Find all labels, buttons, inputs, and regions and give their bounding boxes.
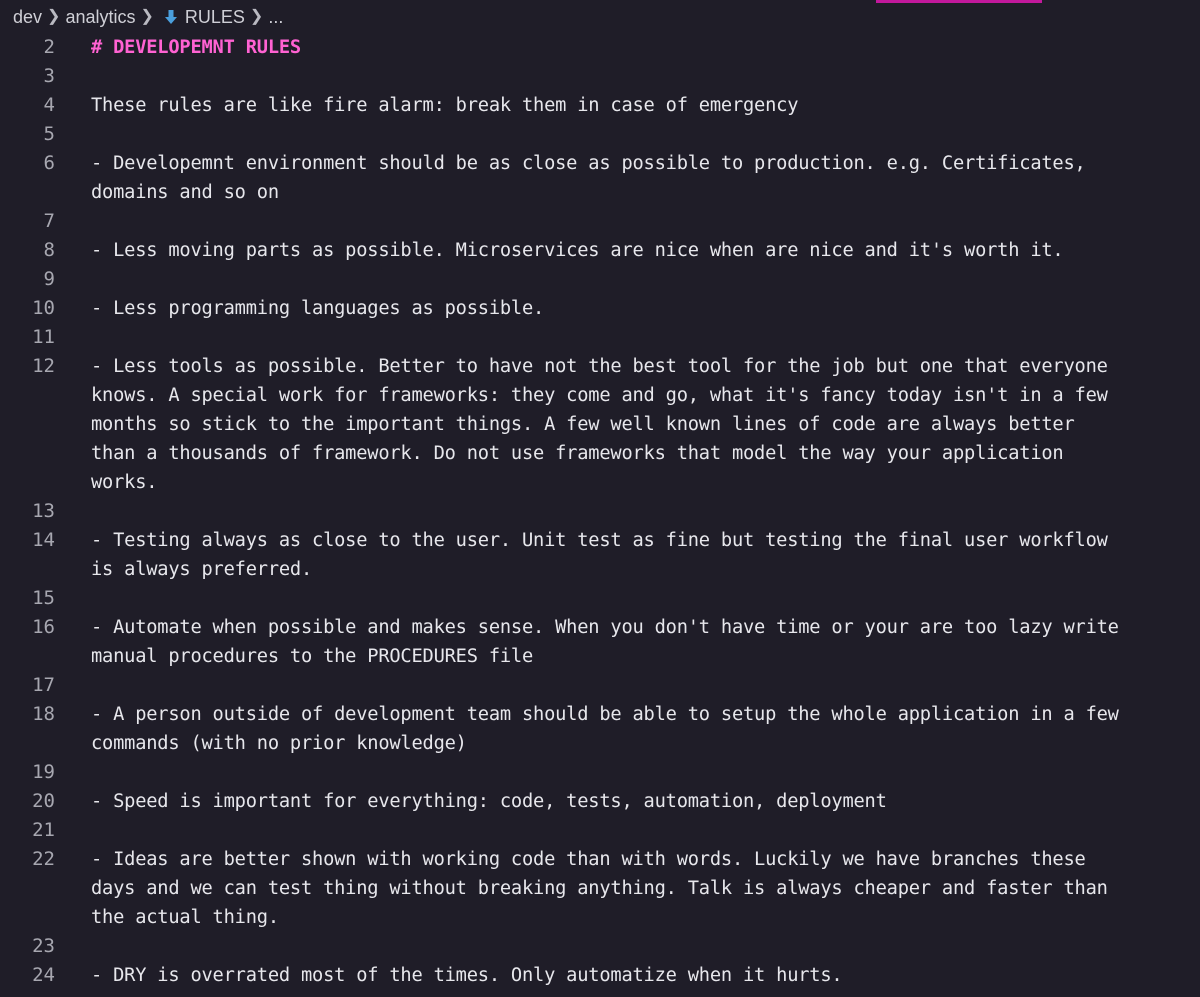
line-number: 6: [43, 152, 55, 174]
editor-line[interactable]: 11: [0, 323, 1200, 352]
line-content: [91, 120, 1191, 149]
line-number: 20: [32, 790, 55, 812]
line-number: 15: [32, 587, 55, 609]
line-content: [91, 62, 1191, 91]
editor-line[interactable]: 9: [0, 265, 1200, 294]
line-number: 2: [43, 36, 55, 58]
line-content: - Less tools as possible. Better to have…: [91, 356, 1108, 493]
line-content: [91, 584, 1191, 613]
editor-line[interactable]: 15: [0, 584, 1200, 613]
line-number: 17: [32, 674, 55, 696]
breadcrumb-item-rules[interactable]: RULES: [185, 7, 245, 28]
editor-line[interactable]: 18 - A person outside of development team…: [0, 700, 1200, 758]
editor-line[interactable]: 4 These rules are like fire alarm: break …: [0, 91, 1200, 120]
line-number: 24: [32, 964, 55, 986]
line-number: 7: [43, 210, 55, 232]
line-content: - A person outside of development team s…: [91, 704, 1119, 754]
breadcrumb: dev ❯ analytics ❯ RULES ❯ ...: [0, 0, 283, 34]
editor-line[interactable]: 17: [0, 671, 1200, 700]
line-number: 22: [32, 848, 55, 870]
editor-line[interactable]: 10 - Less programming languages as possib…: [0, 294, 1200, 323]
markdown-download-icon: [164, 9, 177, 25]
editor-line[interactable]: 20 - Speed is important for everything: c…: [0, 787, 1200, 816]
line-content: - Less moving parts as possible. Microse…: [91, 240, 1064, 261]
editor-line[interactable]: 13: [0, 497, 1200, 526]
editor-line[interactable]: 19: [0, 758, 1200, 787]
editor-line[interactable]: 22 - Ideas are better shown with working …: [0, 845, 1200, 932]
line-number: 19: [32, 761, 55, 783]
line-number: 3: [43, 65, 55, 87]
editor-line[interactable]: 7: [0, 207, 1200, 236]
line-content: - Developemnt environment should be as c…: [91, 153, 1086, 203]
line-content: - Testing always as close to the user. U…: [91, 530, 1108, 580]
editor-line[interactable]: 14 - Testing always as close to the user.…: [0, 526, 1200, 584]
editor-line[interactable]: 2 # DEVELOPEMNT RULES: [0, 33, 1200, 62]
line-number: 9: [43, 268, 55, 290]
markdown-heading: # DEVELOPEMNT RULES: [91, 37, 301, 58]
line-content: - DRY is overrated most of the times. On…: [91, 965, 843, 986]
chevron-right-icon: ❯: [47, 8, 61, 25]
editor-line[interactable]: 23: [0, 932, 1200, 961]
editor-line[interactable]: 16 - Automate when possible and makes sen…: [0, 613, 1200, 671]
chevron-right-icon: ❯: [249, 8, 264, 25]
code-editor[interactable]: 2 # DEVELOPEMNT RULES 3 4 These rules are li…: [0, 33, 1200, 990]
breadcrumb-item-analytics[interactable]: analytics: [65, 7, 135, 28]
editor-line[interactable]: 3: [0, 62, 1200, 91]
line-content: - Ideas are better shown with working co…: [91, 849, 1108, 928]
line-number: 11: [32, 326, 55, 348]
line-content: [91, 323, 1191, 352]
line-content: [91, 265, 1191, 294]
line-number: 18: [32, 703, 55, 725]
line-number: 5: [43, 123, 55, 145]
line-number: 12: [32, 355, 55, 377]
line-content: [91, 758, 1191, 787]
editor-line[interactable]: 12 - Less tools as possible. Better to ha…: [0, 352, 1200, 497]
line-number: 13: [32, 500, 55, 522]
breadcrumb-item-dev[interactable]: dev: [13, 7, 42, 28]
editor-line[interactable]: 8 - Less moving parts as possible. Micros…: [0, 236, 1200, 265]
line-content: - Speed is important for everything: cod…: [91, 791, 887, 812]
active-tab-indicator: [876, 0, 1042, 3]
line-content: These rules are like fire alarm: break t…: [91, 95, 799, 116]
line-number: 4: [43, 94, 55, 116]
breadcrumb-item-more[interactable]: ...: [268, 7, 283, 28]
line-number: 8: [43, 239, 55, 261]
chevron-right-icon: ❯: [140, 8, 154, 25]
line-content: - Less programming languages as possible…: [91, 298, 545, 319]
line-number: 23: [32, 935, 55, 957]
line-content: [91, 816, 1191, 845]
editor-line[interactable]: 6 - Developemnt environment should be as …: [0, 149, 1200, 207]
line-number: 21: [32, 819, 55, 841]
line-content: [91, 671, 1191, 700]
line-content: - Automate when possible and makes sense…: [91, 617, 1119, 667]
line-content: [91, 932, 1191, 961]
line-number: 10: [32, 297, 55, 319]
line-number: 14: [32, 529, 55, 551]
editor-line[interactable]: 21: [0, 816, 1200, 845]
line-content: [91, 207, 1191, 236]
editor-line[interactable]: 5: [0, 120, 1200, 149]
line-number: 16: [32, 616, 55, 638]
editor-line[interactable]: 24 - DRY is overrated most of the times. …: [0, 961, 1200, 990]
line-content: [91, 497, 1191, 526]
